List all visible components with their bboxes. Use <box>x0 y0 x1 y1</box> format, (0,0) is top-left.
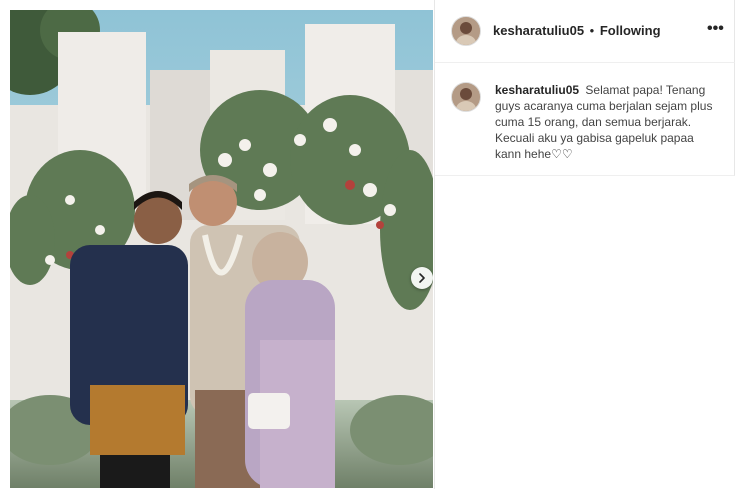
chevron-right-icon <box>419 273 425 283</box>
caption-section: kesharatuliu05 Selamat papa! Tenang guys… <box>435 63 735 176</box>
username-link[interactable]: kesharatuliu05 <box>493 23 584 38</box>
more-options-icon[interactable]: ••• <box>707 20 724 38</box>
post-photo[interactable] <box>10 10 433 488</box>
profile-photo-icon <box>452 17 480 45</box>
caption-username-link[interactable]: kesharatuliu05 <box>495 83 579 97</box>
post-author: kesharatuliu05 • Following <box>493 23 661 38</box>
post-sidebar: kesharatuliu05 • Following ••• kesharatu… <box>434 0 745 489</box>
post-window: kesharatuliu05 • Following ••• kesharatu… <box>0 0 745 489</box>
profile-photo-icon <box>452 83 480 111</box>
separator-dot: • <box>589 23 595 38</box>
wedding-photo <box>10 10 433 488</box>
avatar[interactable] <box>451 16 481 46</box>
post-header: kesharatuliu05 • Following ••• <box>435 0 735 63</box>
avatar[interactable] <box>451 82 481 112</box>
heart-emoji: ♡♡ <box>551 147 573 161</box>
post-caption: kesharatuliu05 Selamat papa! Tenang guys… <box>495 82 715 162</box>
following-button[interactable]: Following <box>600 23 661 38</box>
carousel-next-button[interactable] <box>411 267 433 289</box>
